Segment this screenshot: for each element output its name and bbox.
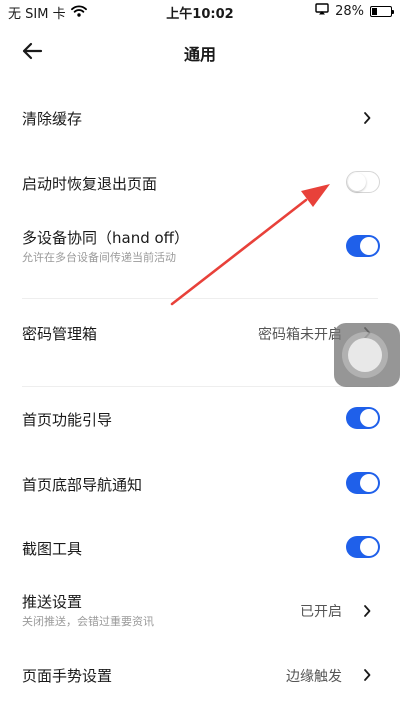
push-settings-subtitle: 关闭推送，会错过重要资讯 bbox=[22, 615, 154, 628]
chevron-right-icon bbox=[362, 667, 372, 681]
section-divider bbox=[22, 298, 378, 299]
home-guide-row: 首页功能引导 bbox=[0, 396, 400, 440]
push-settings-status: 已开启 bbox=[300, 604, 342, 620]
restore-pages-row: 启动时恢复退出页面 bbox=[0, 160, 400, 204]
assistive-touch-core bbox=[348, 338, 382, 372]
status-bar: 无 SIM 卡 上午10:02 28% bbox=[0, 0, 400, 24]
clear-cache-label: 清除缓存 bbox=[22, 110, 83, 128]
handoff-row: 多设备协同（hand off） 允许在多台设备间传递当前活动 bbox=[0, 222, 400, 272]
section-divider bbox=[22, 386, 378, 387]
password-box-status: 密码箱未开启 bbox=[258, 327, 342, 343]
toggle-knob bbox=[360, 474, 378, 492]
chevron-right-icon bbox=[362, 603, 372, 617]
home-guide-label: 首页功能引导 bbox=[22, 411, 113, 429]
gesture-settings-value: 边缘触发 bbox=[286, 669, 342, 685]
battery-fill bbox=[372, 7, 377, 15]
airplay-icon bbox=[315, 3, 329, 19]
restore-pages-label: 启动时恢复退出页面 bbox=[22, 175, 158, 193]
clear-cache-row[interactable]: 清除缓存 bbox=[0, 95, 400, 139]
gesture-settings-row[interactable]: 页面手势设置 边缘触发 bbox=[0, 652, 400, 696]
bottom-nav-notice-toggle[interactable] bbox=[346, 472, 380, 494]
bottom-nav-notice-row: 首页底部导航通知 bbox=[0, 461, 400, 505]
handoff-toggle[interactable] bbox=[346, 235, 380, 257]
home-guide-toggle[interactable] bbox=[346, 407, 380, 429]
status-right: 28% bbox=[315, 3, 394, 19]
bottom-nav-notice-label: 首页底部导航通知 bbox=[22, 476, 143, 494]
battery-icon bbox=[370, 5, 394, 17]
password-box-label: 密码管理箱 bbox=[22, 325, 98, 343]
battery-percent: 28% bbox=[335, 3, 364, 19]
toggle-knob bbox=[348, 173, 366, 191]
push-settings-label: 推送设置 bbox=[22, 593, 83, 611]
handoff-subtitle: 允许在多台设备间传递当前活动 bbox=[22, 251, 176, 264]
toggle-knob bbox=[360, 409, 378, 427]
nav-bar: 通用 bbox=[0, 24, 400, 82]
screenshot-tool-row: 截图工具 bbox=[0, 525, 400, 569]
restore-pages-toggle[interactable] bbox=[346, 171, 380, 193]
screenshot-tool-toggle[interactable] bbox=[346, 536, 380, 558]
assistive-touch-button[interactable] bbox=[334, 323, 400, 387]
handoff-label: 多设备协同（hand off） bbox=[22, 229, 190, 247]
screenshot-tool-label: 截图工具 bbox=[22, 540, 83, 558]
gesture-settings-label: 页面手势设置 bbox=[22, 667, 113, 685]
toggle-knob bbox=[360, 237, 378, 255]
toggle-knob bbox=[360, 538, 378, 556]
chevron-right-icon bbox=[362, 110, 372, 124]
page-title: 通用 bbox=[183, 45, 216, 64]
push-settings-row[interactable]: 推送设置 关闭推送，会错过重要资讯 已开启 bbox=[0, 586, 400, 636]
